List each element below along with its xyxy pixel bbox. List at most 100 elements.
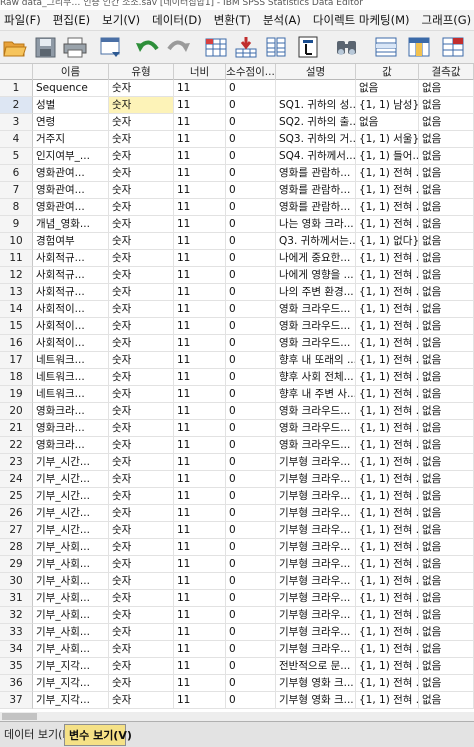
menu-item[interactable]: 분석(A) bbox=[253, 12, 307, 28]
table-cell[interactable]: 11 bbox=[174, 641, 226, 658]
table-cell[interactable]: 11 bbox=[174, 420, 226, 437]
column-header[interactable]: 소수점이... bbox=[226, 64, 276, 80]
table-cell[interactable]: 숫자 bbox=[109, 522, 174, 539]
table-cell[interactable]: 0 bbox=[226, 318, 276, 335]
table-cell[interactable]: 없음 bbox=[419, 556, 474, 573]
table-cell[interactable]: 기부형 크라우... bbox=[276, 641, 356, 658]
table-cell[interactable]: 숫자 bbox=[109, 97, 174, 114]
table-cell[interactable]: 숫자 bbox=[109, 437, 174, 454]
table-cell[interactable]: 사회적규... bbox=[33, 284, 109, 301]
table-cell[interactable]: 영화관여... bbox=[33, 182, 109, 199]
table-cell[interactable]: 0 bbox=[226, 250, 276, 267]
table-cell[interactable]: 없음 bbox=[419, 539, 474, 556]
table-cell[interactable]: 숫자 bbox=[109, 318, 174, 335]
table-cell[interactable]: 숫자 bbox=[109, 250, 174, 267]
table-cell[interactable]: {1, 1) 전혀 ... bbox=[356, 539, 419, 556]
table-cell[interactable]: 영화관여... bbox=[33, 199, 109, 216]
table-cell[interactable]: 0 bbox=[226, 97, 276, 114]
table-cell[interactable]: 숫자 bbox=[109, 148, 174, 165]
row-number[interactable]: 29 bbox=[0, 556, 33, 573]
table-cell[interactable]: 기부형 크라우... bbox=[276, 556, 356, 573]
table-cell[interactable]: 없음 bbox=[419, 233, 474, 250]
column-header[interactable]: 결측값 bbox=[419, 64, 474, 80]
table-cell[interactable]: 11 bbox=[174, 607, 226, 624]
table-cell[interactable]: 0 bbox=[226, 335, 276, 352]
table-cell[interactable]: {1, 1) 전혀 ... bbox=[356, 335, 419, 352]
table-cell[interactable]: 0 bbox=[226, 216, 276, 233]
table-cell[interactable]: 기부_시간... bbox=[33, 471, 109, 488]
table-cell[interactable]: 영화크라... bbox=[33, 420, 109, 437]
row-number[interactable]: 16 bbox=[0, 335, 33, 352]
table-cell[interactable]: {1, 1) 전혀 ... bbox=[356, 437, 419, 454]
table-cell[interactable]: 0 bbox=[226, 403, 276, 420]
table-cell[interactable]: 기부형 크라우... bbox=[276, 539, 356, 556]
table-cell[interactable]: 0 bbox=[226, 114, 276, 131]
table-cell[interactable]: 사회적규... bbox=[33, 250, 109, 267]
row-number[interactable]: 14 bbox=[0, 301, 33, 318]
table-cell[interactable]: 숫자 bbox=[109, 556, 174, 573]
table-cell[interactable]: {1, 1) 전혀 ... bbox=[356, 199, 419, 216]
table-cell[interactable]: 숫자 bbox=[109, 80, 174, 97]
table-cell[interactable]: 숫자 bbox=[109, 233, 174, 250]
table-cell[interactable]: 11 bbox=[174, 658, 226, 675]
table-cell[interactable]: 11 bbox=[174, 539, 226, 556]
table-cell[interactable]: {1, 1) 전혀 ... bbox=[356, 182, 419, 199]
row-number[interactable]: 17 bbox=[0, 352, 33, 369]
descriptive-stats-icon[interactable] bbox=[296, 35, 322, 59]
table-cell[interactable]: {1, 1) 전혀 ... bbox=[356, 505, 419, 522]
table-cell[interactable]: 기부형 크라우... bbox=[276, 590, 356, 607]
table-cell[interactable]: 0 bbox=[226, 233, 276, 250]
table-cell[interactable]: 11 bbox=[174, 675, 226, 692]
table-cell[interactable]: 없음 bbox=[419, 437, 474, 454]
table-cell[interactable]: 11 bbox=[174, 471, 226, 488]
table-cell[interactable]: 영화를 관람하... bbox=[276, 199, 356, 216]
table-cell[interactable]: 영화 크라우드... bbox=[276, 335, 356, 352]
table-cell[interactable]: 0 bbox=[226, 454, 276, 471]
menu-item[interactable]: 데이터(D) bbox=[142, 12, 208, 28]
table-cell[interactable]: 없음 bbox=[419, 352, 474, 369]
table-cell[interactable]: 영화를 관람하... bbox=[276, 182, 356, 199]
table-cell[interactable]: {1, 1) 전혀 ... bbox=[356, 369, 419, 386]
table-cell[interactable]: 0 bbox=[226, 692, 276, 709]
table-cell[interactable]: 성별 bbox=[33, 97, 109, 114]
table-cell[interactable]: 없음 bbox=[419, 471, 474, 488]
table-cell[interactable]: 0 bbox=[226, 199, 276, 216]
table-cell[interactable]: 기부_지각... bbox=[33, 675, 109, 692]
row-number[interactable]: 33 bbox=[0, 624, 33, 641]
table-cell[interactable]: 0 bbox=[226, 352, 276, 369]
table-cell[interactable]: 11 bbox=[174, 114, 226, 131]
table-cell[interactable]: {1, 1) 전혀 ... bbox=[356, 573, 419, 590]
table-cell[interactable]: 없음 bbox=[419, 318, 474, 335]
row-number[interactable]: 27 bbox=[0, 522, 33, 539]
table-cell[interactable]: {1, 1) 전혀 ... bbox=[356, 488, 419, 505]
table-cell[interactable] bbox=[276, 80, 356, 97]
table-cell[interactable]: 11 bbox=[174, 386, 226, 403]
row-number[interactable]: 2 bbox=[0, 97, 33, 114]
table-cell[interactable]: 11 bbox=[174, 437, 226, 454]
table-cell[interactable]: 없음 bbox=[419, 488, 474, 505]
table-cell[interactable]: 없음 bbox=[356, 80, 419, 97]
table-cell[interactable]: 숫자 bbox=[109, 182, 174, 199]
table-cell[interactable]: 0 bbox=[226, 590, 276, 607]
table-cell[interactable]: 0 bbox=[226, 369, 276, 386]
table-cell[interactable]: 나에게 영향을 ... bbox=[276, 267, 356, 284]
table-cell[interactable]: Q3. 귀하께서는... bbox=[276, 233, 356, 250]
row-number[interactable]: 12 bbox=[0, 267, 33, 284]
open-folder-icon[interactable] bbox=[2, 35, 28, 59]
table-cell[interactable]: 영화 크라우드... bbox=[276, 437, 356, 454]
table-cell[interactable]: 거주지 bbox=[33, 131, 109, 148]
table-cell[interactable]: 11 bbox=[174, 199, 226, 216]
table-cell[interactable]: 숫자 bbox=[109, 590, 174, 607]
split-file-icon[interactable] bbox=[441, 35, 467, 59]
row-number[interactable]: 23 bbox=[0, 454, 33, 471]
row-number[interactable]: 25 bbox=[0, 488, 33, 505]
table-cell[interactable]: 없음 bbox=[419, 335, 474, 352]
table-cell[interactable]: 숫자 bbox=[109, 624, 174, 641]
table-cell[interactable]: {1, 1) 전혀 ... bbox=[356, 522, 419, 539]
table-cell[interactable]: 0 bbox=[226, 267, 276, 284]
table-cell[interactable]: 영화 크라우드... bbox=[276, 301, 356, 318]
table-cell[interactable]: 숫자 bbox=[109, 505, 174, 522]
row-number[interactable]: 20 bbox=[0, 403, 33, 420]
insert-cases-icon[interactable] bbox=[374, 35, 400, 59]
table-cell[interactable]: 경험여부 bbox=[33, 233, 109, 250]
